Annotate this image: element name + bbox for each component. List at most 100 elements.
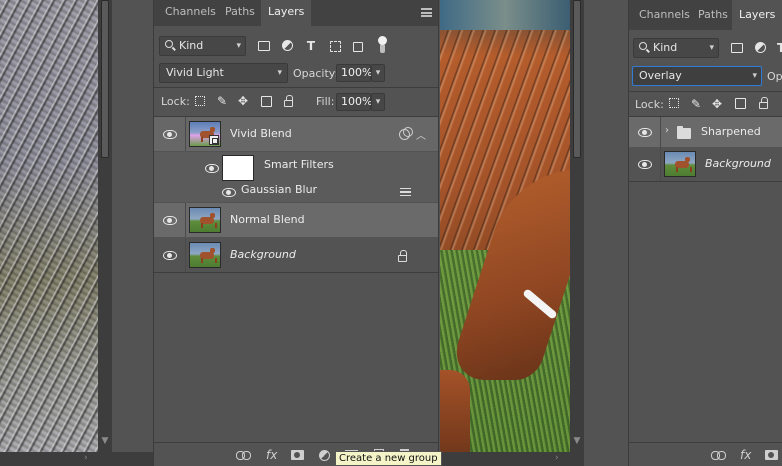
fill-dropdown-chevron-icon[interactable]: ▾ — [371, 93, 385, 111]
mask-icon[interactable] — [765, 450, 778, 460]
filter-blending-options-icon[interactable] — [400, 188, 411, 196]
filter-kind-label: Kind — [653, 41, 678, 54]
folder-icon — [677, 126, 691, 139]
visibility-eye-icon[interactable] — [163, 130, 177, 139]
opacity-label: Opacity: — [293, 67, 339, 80]
visibility-column — [629, 147, 661, 181]
canvas-image-middle[interactable] — [440, 0, 605, 466]
tab-channels[interactable]: Channels — [158, 0, 223, 26]
layer-thumbnail[interactable] — [189, 207, 221, 233]
lock-pixels-icon[interactable]: ✎ — [216, 94, 228, 108]
fx-icon[interactable]: fx — [740, 449, 751, 461]
visibility-eye-icon[interactable] — [638, 160, 652, 169]
type-filter-icon[interactable]: T — [305, 39, 317, 53]
link-layers-icon[interactable] — [236, 451, 251, 460]
visibility-eye-icon[interactable] — [205, 164, 219, 173]
opacity-label: Opa — [767, 70, 782, 83]
lock-artboard-icon[interactable] — [261, 96, 272, 107]
smart-filters-group: Smart Filters Gaussian Blur — [154, 152, 438, 202]
blend-mode-select[interactable]: Vivid Light ▾ — [159, 63, 288, 83]
lock-label: Lock: — [161, 95, 190, 108]
layer-row-normal-blend[interactable]: Normal Blend — [154, 203, 438, 237]
filter-kind-select[interactable]: Kind ▾ — [159, 36, 246, 56]
layer-thumbnail[interactable] — [664, 151, 696, 177]
chevron-right-icon[interactable]: › — [555, 453, 559, 463]
blend-mode-select[interactable]: Overlay ▾ — [632, 66, 762, 86]
visibility-column — [154, 203, 186, 237]
chevron-down-icon: ▾ — [236, 41, 241, 51]
lock-position-icon[interactable]: ✥ — [711, 97, 723, 111]
gutter — [112, 0, 154, 466]
canvas-scrollbar-left[interactable]: ▼ — [98, 0, 112, 466]
image-sky-region — [440, 0, 570, 30]
lock-artboard-icon[interactable] — [735, 98, 746, 109]
type-filter-icon[interactable]: T — [777, 41, 782, 55]
lock-all-icon[interactable] — [759, 97, 768, 109]
layer-thumbnail[interactable] — [189, 121, 221, 147]
lock-position-icon[interactable]: ✥ — [237, 94, 249, 108]
layer-row-background[interactable]: Background — [629, 147, 782, 181]
smart-filters-label[interactable]: Smart Filters — [264, 152, 334, 178]
image-filter-icon[interactable] — [731, 43, 743, 53]
opacity-input[interactable]: 100% — [336, 64, 372, 82]
tab-layers[interactable]: Layers — [732, 0, 782, 30]
tab-channels[interactable]: Channels — [632, 0, 697, 30]
layer-row-background[interactable]: Background — [154, 238, 438, 272]
smart-filter-options-icon[interactable] — [399, 127, 413, 140]
mask-icon[interactable] — [291, 450, 304, 460]
lock-pixels-icon[interactable]: ✎ — [690, 97, 702, 111]
shape-filter-icon[interactable] — [330, 41, 341, 52]
collapse-chevron-icon[interactable]: ︿ — [416, 127, 426, 142]
adjustment-filter-icon[interactable] — [282, 40, 293, 51]
smart-object-filter-icon[interactable] — [353, 42, 363, 52]
panel-menu-icon[interactable] — [421, 8, 432, 17]
tooltip: Create a new group — [335, 451, 442, 466]
layer-name[interactable]: Background — [705, 147, 771, 181]
visibility-eye-icon[interactable] — [222, 188, 236, 197]
tab-paths[interactable]: Paths — [218, 0, 262, 26]
gutter — [584, 0, 628, 466]
link-layers-icon[interactable] — [711, 451, 726, 460]
scroll-down-arrow-icon[interactable]: ▼ — [100, 436, 110, 446]
fill-input[interactable]: 100% — [336, 93, 372, 111]
smart-object-badge-icon — [209, 135, 219, 145]
scroll-down-arrow-icon[interactable]: ▼ — [572, 436, 582, 446]
visibility-eye-icon[interactable] — [163, 216, 177, 225]
fx-icon[interactable]: fx — [266, 449, 277, 461]
new-adjustment-icon[interactable] — [319, 450, 330, 461]
layer-name[interactable]: Background — [230, 238, 296, 272]
filter-toggle-bar[interactable] — [380, 44, 385, 53]
visibility-eye-icon[interactable] — [638, 128, 652, 137]
opacity-dropdown-chevron-icon[interactable]: ▾ — [371, 64, 385, 82]
scroll-thumb[interactable] — [101, 0, 109, 158]
gaussian-blur-label[interactable]: Gaussian Blur — [241, 182, 317, 198]
layer-row-sharpened-group[interactable]: › Sharpened — [629, 117, 782, 147]
filter-kind-select[interactable]: Kind ▾ — [633, 38, 719, 58]
layers-panel-a: Channels Paths Layers Kind ▾ T Vivid Lig… — [153, 0, 439, 466]
tab-paths[interactable]: Paths — [691, 0, 735, 30]
canvas-image-left[interactable] — [0, 0, 98, 466]
layer-locked-icon[interactable] — [398, 250, 407, 262]
layer-name[interactable]: Vivid Blend — [230, 117, 292, 151]
layer-thumbnail[interactable] — [189, 242, 221, 268]
layer-row-vivid-blend[interactable]: Vivid Blend ︿ — [154, 117, 438, 151]
filter-toggle-icon[interactable] — [378, 36, 387, 45]
visibility-eye-icon[interactable] — [163, 251, 177, 260]
scroll-thumb[interactable] — [573, 0, 581, 158]
layer-name[interactable]: Normal Blend — [230, 203, 305, 237]
image-filter-icon[interactable] — [258, 41, 270, 51]
lock-transparent-icon[interactable] — [195, 96, 205, 106]
layers-panel-footer: fx — [629, 442, 782, 466]
chevron-right-icon[interactable]: › — [84, 453, 88, 463]
visibility-column — [154, 238, 186, 272]
layer-name[interactable]: Sharpened — [701, 117, 761, 147]
divider — [154, 272, 438, 273]
divider — [629, 91, 782, 92]
lock-all-icon[interactable] — [284, 95, 293, 107]
adjustment-filter-icon[interactable] — [755, 42, 766, 53]
lock-transparent-icon[interactable] — [669, 98, 679, 108]
canvas-scrollbar-middle[interactable]: ▼ — [570, 0, 584, 466]
expand-chevron-icon[interactable]: › — [665, 125, 669, 136]
smart-filter-mask-thumbnail[interactable] — [222, 155, 254, 181]
tab-layers[interactable]: Layers — [261, 0, 312, 26]
